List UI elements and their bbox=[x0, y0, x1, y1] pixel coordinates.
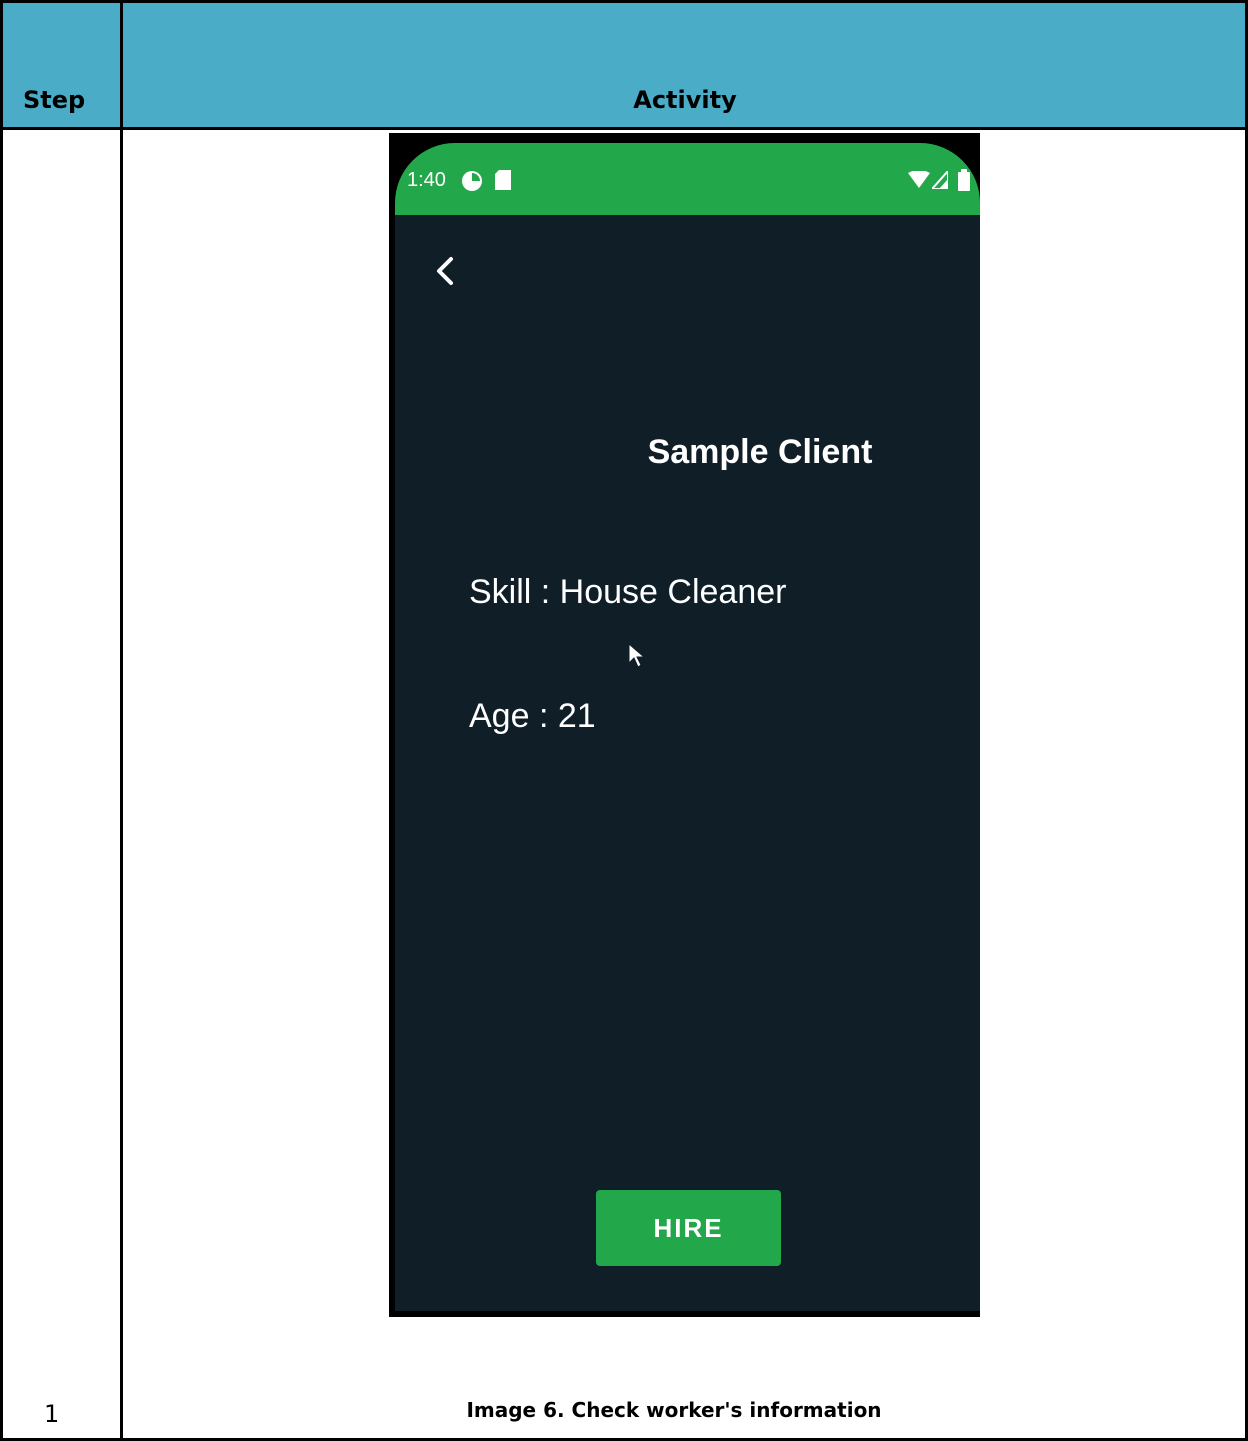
skill-line: Skill : House Cleaner bbox=[469, 573, 787, 611]
image-caption: Image 6. Check worker's information bbox=[466, 1398, 882, 1422]
client-name: Sample Client bbox=[647, 433, 873, 471]
age-line: Age : 21 bbox=[469, 697, 596, 735]
table-border-top bbox=[0, 0, 1248, 3]
pie-icon bbox=[462, 171, 482, 191]
table-column-divider bbox=[120, 0, 123, 1441]
hire-button[interactable]: HIRE bbox=[596, 1190, 781, 1266]
status-time: 1:40 bbox=[407, 169, 446, 191]
phone-screenshot: 1:40 Sample Client Skill: House Cleaner… bbox=[389, 133, 980, 1317]
back-arrow-icon[interactable] bbox=[425, 251, 465, 291]
mouse-cursor-icon bbox=[628, 643, 646, 668]
wifi-icon bbox=[908, 171, 930, 188]
header-activity: Activity bbox=[633, 86, 737, 114]
table-header-divider bbox=[0, 127, 1248, 130]
signal-icon bbox=[932, 171, 948, 189]
instruction-table: Step Activity 1 Image 6. Check worker's … bbox=[0, 0, 1248, 1441]
status-bar: 1:40 bbox=[395, 143, 980, 215]
phone-screen: 1:40 Sample Client Skill: House Cleaner… bbox=[395, 143, 980, 1311]
battery-icon bbox=[958, 169, 970, 191]
header-step: Step bbox=[23, 86, 86, 114]
sd-card-icon bbox=[495, 170, 511, 190]
step-number: 1 bbox=[44, 1400, 60, 1428]
table-border-left bbox=[0, 0, 3, 1441]
